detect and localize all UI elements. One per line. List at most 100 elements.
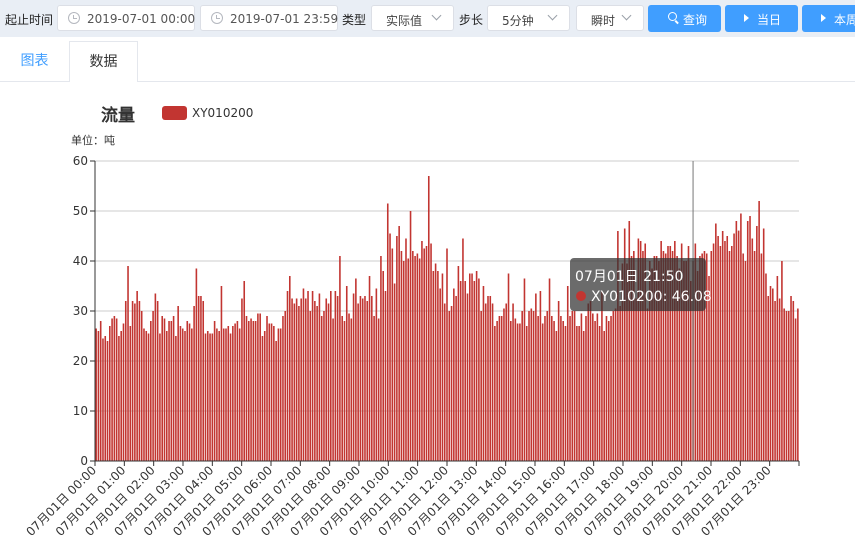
bar xyxy=(220,286,223,461)
bar xyxy=(601,291,603,461)
bar xyxy=(357,303,359,461)
bar xyxy=(546,311,549,461)
bar xyxy=(592,313,594,461)
bar xyxy=(330,291,332,461)
bar xyxy=(218,331,220,461)
bar xyxy=(589,301,592,461)
chart-title: 流量 xyxy=(101,105,135,126)
bar xyxy=(728,251,731,461)
bar xyxy=(202,301,205,461)
bar xyxy=(525,326,528,461)
bar xyxy=(480,311,482,461)
bar xyxy=(587,303,590,461)
bar xyxy=(425,246,428,461)
bar xyxy=(325,298,328,461)
bar xyxy=(530,308,533,461)
bar xyxy=(578,326,580,461)
bar xyxy=(573,311,576,461)
bar xyxy=(391,248,394,461)
bar xyxy=(585,316,587,461)
bar xyxy=(184,331,186,461)
bar xyxy=(500,316,503,461)
bar xyxy=(275,341,277,461)
bar xyxy=(733,233,735,461)
bar xyxy=(309,311,312,461)
bar xyxy=(566,286,569,461)
bar xyxy=(398,226,400,461)
bar xyxy=(539,291,542,461)
bar xyxy=(181,328,184,461)
bar xyxy=(560,316,562,461)
bar xyxy=(446,248,448,461)
bar xyxy=(790,296,792,461)
bar xyxy=(487,296,489,461)
bar xyxy=(769,286,772,461)
bar xyxy=(541,323,544,461)
bar xyxy=(400,251,403,461)
bar xyxy=(279,328,282,461)
bar xyxy=(776,276,779,461)
bar xyxy=(327,303,330,461)
bar xyxy=(646,308,649,461)
bar xyxy=(168,321,170,461)
bar xyxy=(156,301,159,461)
bar xyxy=(252,321,255,461)
bar xyxy=(594,321,596,461)
bar xyxy=(129,326,132,461)
bar xyxy=(516,323,519,461)
bar xyxy=(373,316,375,461)
bar xyxy=(416,253,419,461)
bar xyxy=(122,323,125,461)
bar xyxy=(368,276,371,461)
bar xyxy=(432,271,435,461)
bar xyxy=(266,316,268,461)
bar xyxy=(339,256,341,461)
bar xyxy=(195,268,198,461)
bar xyxy=(204,333,207,461)
bar xyxy=(519,323,521,461)
bar xyxy=(510,321,512,461)
bar xyxy=(544,316,546,461)
bar xyxy=(423,248,426,461)
bar xyxy=(170,321,173,461)
bar xyxy=(455,296,457,461)
bar xyxy=(580,313,583,461)
bar xyxy=(145,331,148,461)
bar xyxy=(254,321,257,461)
flow-bar-chart: 流量 XY010200单位：吨010203040506007月01日 00:000… xyxy=(24,105,800,539)
bar xyxy=(355,278,357,461)
bar xyxy=(414,256,416,461)
bar xyxy=(781,261,783,461)
tooltip-marker xyxy=(576,291,586,301)
bar xyxy=(147,333,150,461)
bar xyxy=(232,326,234,461)
bar xyxy=(778,298,781,461)
bar xyxy=(377,318,380,461)
bar xyxy=(462,238,464,461)
bar xyxy=(466,293,469,461)
bar xyxy=(250,318,252,461)
bar xyxy=(521,311,523,461)
bar xyxy=(717,236,719,461)
bar xyxy=(209,333,211,461)
bar xyxy=(758,201,760,461)
bar xyxy=(206,331,209,461)
bar xyxy=(726,236,729,461)
bar xyxy=(746,221,749,461)
bar xyxy=(498,316,501,461)
bar xyxy=(291,298,293,461)
bar xyxy=(243,281,246,461)
bar xyxy=(715,223,717,461)
bar xyxy=(792,301,795,461)
bar xyxy=(200,296,202,461)
bar xyxy=(393,283,396,461)
bar xyxy=(443,303,446,461)
bar xyxy=(612,311,615,461)
bar xyxy=(453,288,455,461)
bar xyxy=(99,321,102,461)
bar xyxy=(569,316,571,461)
bar xyxy=(737,230,740,461)
bar xyxy=(364,296,366,461)
bar xyxy=(113,316,116,461)
bar xyxy=(259,313,261,461)
